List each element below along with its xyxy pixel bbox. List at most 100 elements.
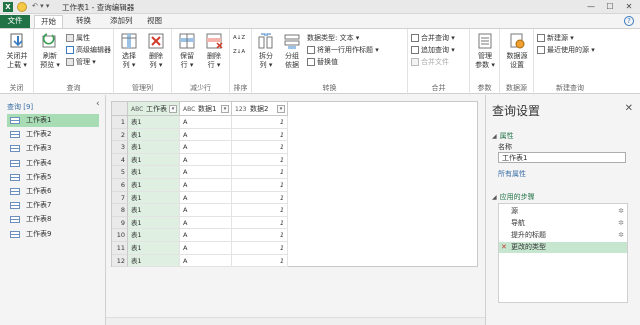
table-cell[interactable]: 表1 <box>128 179 180 192</box>
collapse-pane-button[interactable]: ‹ <box>96 99 100 109</box>
horizontal-scrollbar[interactable] <box>106 317 485 325</box>
applied-step[interactable]: 源 ✲ <box>499 206 627 217</box>
query-item[interactable]: 工作表2 <box>7 128 99 141</box>
table-cell[interactable]: 1 <box>232 242 288 255</box>
group-by-button[interactable]: 分组 依据 <box>280 32 304 70</box>
table-cell[interactable]: 1 <box>232 191 288 205</box>
table-cell[interactable]: A <box>180 204 232 217</box>
step-settings-gear-icon[interactable]: ✲ <box>618 206 624 217</box>
table-cell[interactable]: 表1 <box>128 216 180 230</box>
applied-steps-section-header[interactable]: 应用的步骤 <box>492 192 535 202</box>
table-cell[interactable]: 1 <box>232 153 288 167</box>
tab-add-column[interactable]: 添加列 <box>104 15 139 28</box>
table-cell[interactable]: A <box>180 216 232 230</box>
remove-rows-button[interactable]: 删除 行 ▾ <box>201 32 227 70</box>
sort-ascending-button[interactable]: A↓Z <box>233 33 245 43</box>
refresh-preview-button[interactable]: 刷新 预览 ▾ <box>36 32 64 70</box>
row-number[interactable]: 4 <box>112 153 128 167</box>
table-cell[interactable]: 1 <box>232 204 288 217</box>
query-item[interactable]: 工作表4 <box>7 157 99 170</box>
row-number[interactable]: 11 <box>112 242 128 255</box>
sort-descending-button[interactable]: Z↓A <box>233 47 245 57</box>
column-header[interactable]: 123 数据2 ▾ <box>232 102 288 116</box>
table-cell[interactable]: 1 <box>232 179 288 192</box>
tab-transform[interactable]: 转换 <box>70 15 97 28</box>
tab-view[interactable]: 视图 <box>141 15 168 28</box>
table-cell[interactable]: A <box>180 153 232 167</box>
table-cell[interactable]: 1 <box>232 128 288 142</box>
keep-rows-button[interactable]: 保留 行 ▾ <box>174 32 200 70</box>
datasource-settings-button[interactable]: 数据源 设置 <box>502 32 532 70</box>
row-number[interactable]: 3 <box>112 141 128 154</box>
choose-columns-button[interactable]: 选择 列 ▾ <box>116 32 142 70</box>
smiley-feedback-icon[interactable] <box>17 2 27 12</box>
query-item[interactable]: 工作表1 <box>7 114 99 127</box>
table-cell[interactable]: A <box>180 242 232 255</box>
column-header[interactable]: ABC 数据1 ▾ <box>180 102 232 116</box>
properties-section-header[interactable]: 属性 <box>492 131 514 141</box>
data-grid[interactable]: ABC 工作表 ▾ ABC 数据1 ▾ 123 数据2 ▾ 1 表1 A 1 2 表1 A 1 3 表1 A 1 4 表1… <box>111 101 478 268</box>
grid-corner[interactable] <box>112 102 128 116</box>
manage-params-button[interactable]: 管理 参数 ▾ <box>471 32 499 70</box>
table-cell[interactable]: A <box>180 116 232 129</box>
table-cell[interactable]: A <box>180 179 232 192</box>
applied-step[interactable]: 提升的标题 ✲ <box>499 230 627 241</box>
step-settings-gear-icon[interactable]: ✲ <box>618 218 624 229</box>
table-cell[interactable]: 表1 <box>128 166 180 179</box>
all-properties-link[interactable]: 所有属性 <box>498 169 526 179</box>
help-icon[interactable]: ? <box>624 16 634 26</box>
table-cell[interactable]: 1 <box>232 229 288 242</box>
table-cell[interactable]: 表1 <box>128 191 180 205</box>
step-settings-gear-icon[interactable]: ✲ <box>618 230 624 241</box>
table-cell[interactable]: 表1 <box>128 153 180 167</box>
table-cell[interactable]: 表1 <box>128 242 180 255</box>
data-type-dropdown[interactable]: 数据类型: 文本 ▾ <box>307 33 359 43</box>
recent-sources-button[interactable]: 最近使用的源 ▾ <box>537 45 595 55</box>
delete-step-icon[interactable]: ✕ <box>501 242 507 253</box>
table-cell[interactable]: 表1 <box>128 128 180 142</box>
column-type-icon[interactable]: ABC <box>131 103 143 117</box>
query-item[interactable]: 工作表5 <box>7 171 99 184</box>
row-number[interactable]: 1 <box>112 116 128 129</box>
table-cell[interactable]: A <box>180 254 232 268</box>
table-cell[interactable]: 表1 <box>128 254 180 268</box>
query-item[interactable]: 工作表7 <box>7 199 99 212</box>
remove-columns-button[interactable]: 删除 列 ▾ <box>143 32 169 70</box>
close-window-button[interactable]: ✕ <box>622 1 636 12</box>
query-item[interactable]: 工作表8 <box>7 213 99 226</box>
table-cell[interactable]: 表1 <box>128 204 180 217</box>
column-type-icon[interactable]: 123 <box>235 103 246 117</box>
query-item[interactable]: 工作表3 <box>7 142 99 155</box>
manage-button[interactable]: 管理 ▾ <box>66 57 96 67</box>
row-number[interactable]: 6 <box>112 179 128 192</box>
row-number[interactable]: 8 <box>112 204 128 217</box>
column-filter-dropdown-icon[interactable]: ▾ <box>221 105 229 113</box>
split-column-button[interactable]: 拆分 列 ▾ <box>254 32 278 70</box>
column-type-icon[interactable]: ABC <box>183 103 195 117</box>
query-item[interactable]: 工作表9 <box>7 228 99 241</box>
row-number[interactable]: 5 <box>112 166 128 179</box>
table-cell[interactable]: 1 <box>232 141 288 154</box>
merge-queries-button[interactable]: 合并查询 ▾ <box>411 33 455 43</box>
query-item[interactable]: 工作表6 <box>7 185 99 198</box>
table-cell[interactable]: A <box>180 229 232 242</box>
tab-home[interactable]: 开始 <box>34 15 63 28</box>
maximize-button[interactable]: ☐ <box>603 1 617 12</box>
table-cell[interactable]: 表1 <box>128 116 180 129</box>
query-name-input[interactable]: 工作表1 <box>498 152 626 163</box>
table-cell[interactable]: 表1 <box>128 141 180 154</box>
table-cell[interactable]: A <box>180 141 232 154</box>
new-source-button[interactable]: 新建源 ▾ <box>537 33 574 43</box>
row-number[interactable]: 7 <box>112 191 128 205</box>
use-first-row-header-button[interactable]: 将第一行用作标题 ▾ <box>307 45 379 55</box>
table-cell[interactable]: 1 <box>232 254 288 268</box>
row-number[interactable]: 9 <box>112 216 128 230</box>
column-header[interactable]: ABC 工作表 ▾ <box>128 102 180 116</box>
table-cell[interactable]: A <box>180 191 232 205</box>
tab-file[interactable]: 文件 <box>0 15 30 28</box>
table-cell[interactable]: 1 <box>232 116 288 129</box>
table-cell[interactable]: 1 <box>232 166 288 179</box>
advanced-editor-button[interactable]: 高级编辑器 <box>66 45 111 55</box>
append-queries-button[interactable]: 追加查询 ▾ <box>411 45 455 55</box>
applied-step[interactable]: 导航 ✲ <box>499 218 627 229</box>
